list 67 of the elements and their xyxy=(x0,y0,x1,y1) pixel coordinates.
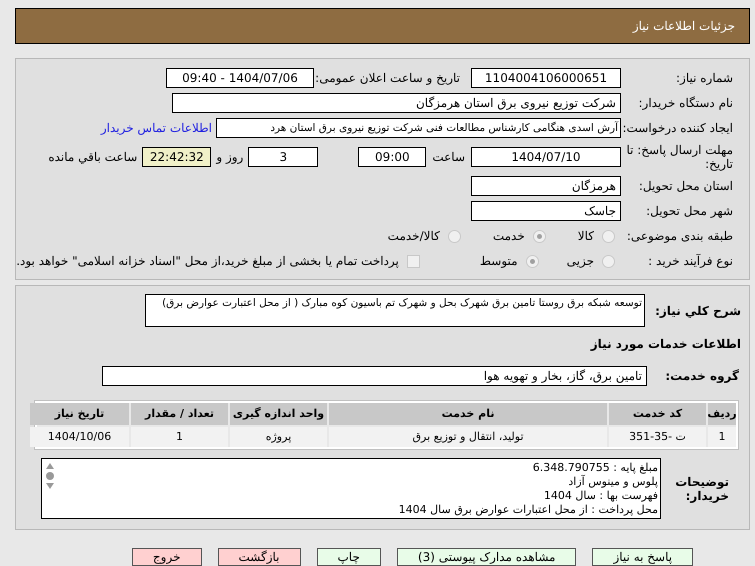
action-button[interactable]: بازگشت xyxy=(218,548,300,566)
radio-label: متوسط xyxy=(480,253,518,270)
field-label: مهلت ارسال پاسخ: تا تاریخ: xyxy=(625,143,733,171)
field-label: گروه خدمت: xyxy=(664,368,740,385)
radio-button[interactable] xyxy=(526,254,539,268)
buyer-contact-link[interactable]: اطلاعات تماس خریدار xyxy=(100,119,216,137)
buyer-notes-field[interactable]: مبلغ پایه : 6.348.790755 پلوس و مینوس آزاد فهرست بها : سال 1404 محل پرداخت : از محل اعتبارات عوارض برق سال 1404 xyxy=(41,458,661,519)
field-label: استان محل تحویل: xyxy=(638,178,733,195)
field-label: توضیحات خریدار: xyxy=(674,474,730,502)
field-label: شرح کلي نیاز: xyxy=(654,303,741,320)
time-label: ساعت xyxy=(431,149,466,166)
announce-date-field[interactable]: 1404/07/06 - 09:40 xyxy=(166,68,314,88)
deadline-date-field[interactable]: 1404/07/10 xyxy=(471,147,621,167)
deadline-time-field[interactable]: 09:00 xyxy=(358,147,426,167)
column-header: نام خدمت xyxy=(329,403,607,425)
table-cell: 1 xyxy=(131,427,228,447)
radio-button[interactable] xyxy=(602,230,615,242)
field-label: نوع فرآیند خرید : xyxy=(647,253,733,270)
radio-label: خدمت xyxy=(492,228,525,245)
column-header: ردیف xyxy=(708,403,736,425)
table-cell: 1 xyxy=(708,427,736,447)
notes-line: پلوس و مینوس آزاد xyxy=(567,475,658,489)
table-cell: ت -35-351 xyxy=(609,427,706,447)
service-group-field[interactable]: تامین برق، گاز، بخار و تهویه هوا xyxy=(102,366,647,386)
description-field[interactable]: توسعه شبکه برق روستا تامین برق شهرک بحل و شهرک تم باسیون کوه مبارک ( از محل اعتبارت عوارض برق) xyxy=(145,294,645,327)
column-header: تعداد / مقدار xyxy=(131,403,228,425)
radio-label: کالا xyxy=(578,228,594,245)
scroll-up-icon[interactable] xyxy=(46,463,54,469)
notes-line: محل پرداخت : از محل اعتبارات عوارض برق سال 1404 xyxy=(398,503,658,517)
radio-button[interactable] xyxy=(602,254,615,268)
action-button[interactable]: چاپ xyxy=(316,548,381,566)
field-label: طبقه بندی موضوعی: xyxy=(626,228,733,245)
city-field[interactable]: جاسک xyxy=(471,201,621,221)
action-button[interactable]: مشاهده مدارک پیوستی (3) xyxy=(396,548,576,566)
page-title: جزئیات اطلاعات نیاز xyxy=(632,18,735,35)
scroll-down-icon[interactable] xyxy=(46,483,54,489)
column-header: تاریخ نیاز xyxy=(30,403,129,425)
notes-line: فهرست بها : سال 1404 xyxy=(542,489,658,503)
checkbox[interactable] xyxy=(406,254,420,268)
section-title: اطلاعات خدمات مورد نیاز xyxy=(589,336,741,353)
column-header: واحد اندازه گیری xyxy=(230,403,327,425)
notes-line: مبلغ پایه : 6.348.790755 xyxy=(532,461,658,474)
action-button[interactable]: پاسخ به نیاز xyxy=(592,548,694,566)
radio-button[interactable] xyxy=(448,230,461,242)
table-cell: 1404/10/06 xyxy=(30,427,129,447)
province-field[interactable]: هرمزگان xyxy=(471,176,621,196)
action-button[interactable]: خروج xyxy=(132,548,202,566)
column-header: کد خدمت xyxy=(609,403,706,425)
field-label: تاریخ و ساعت اعلان عمومی: xyxy=(314,70,461,87)
radio-label: کالا/خدمت xyxy=(388,228,440,245)
buyer-org-field[interactable]: شرکت توزیع نیروی برق استان هرمزگان xyxy=(172,93,621,113)
table-cell: تولید، انتقال و توزیع برق xyxy=(329,427,607,447)
radio-label: جزیی xyxy=(566,253,594,270)
scroll-thumb-icon[interactable] xyxy=(46,472,54,480)
table-cell: پروژه xyxy=(230,427,327,447)
field-label: شماره نیاز: xyxy=(675,70,733,87)
days-field[interactable]: 3 xyxy=(248,147,318,167)
field-label: نام دستگاه خریدار: xyxy=(638,95,733,112)
remaining-label: ساعت باقي مانده xyxy=(48,149,138,166)
field-label: ایجاد کننده درخواست: xyxy=(621,120,733,137)
treasury-text: پرداخت تمام یا بخشی از مبلغ خرید،از محل "اسناد خزانه اسلامی" خواهد بود. xyxy=(16,253,399,270)
radio-button[interactable] xyxy=(532,230,546,242)
requester-field[interactable]: آرش اسدی هنگامی کارشناس مطالعات فنی شرکت توزیع نیروی برق استان هرد xyxy=(216,118,621,138)
need-number-field[interactable]: 1104004106000651 xyxy=(471,68,621,88)
days-label: روز و xyxy=(214,149,244,166)
remaining-time-field[interactable]: 22:42:32 xyxy=(142,147,212,167)
field-label: شهر محل تحویل: xyxy=(645,203,733,220)
